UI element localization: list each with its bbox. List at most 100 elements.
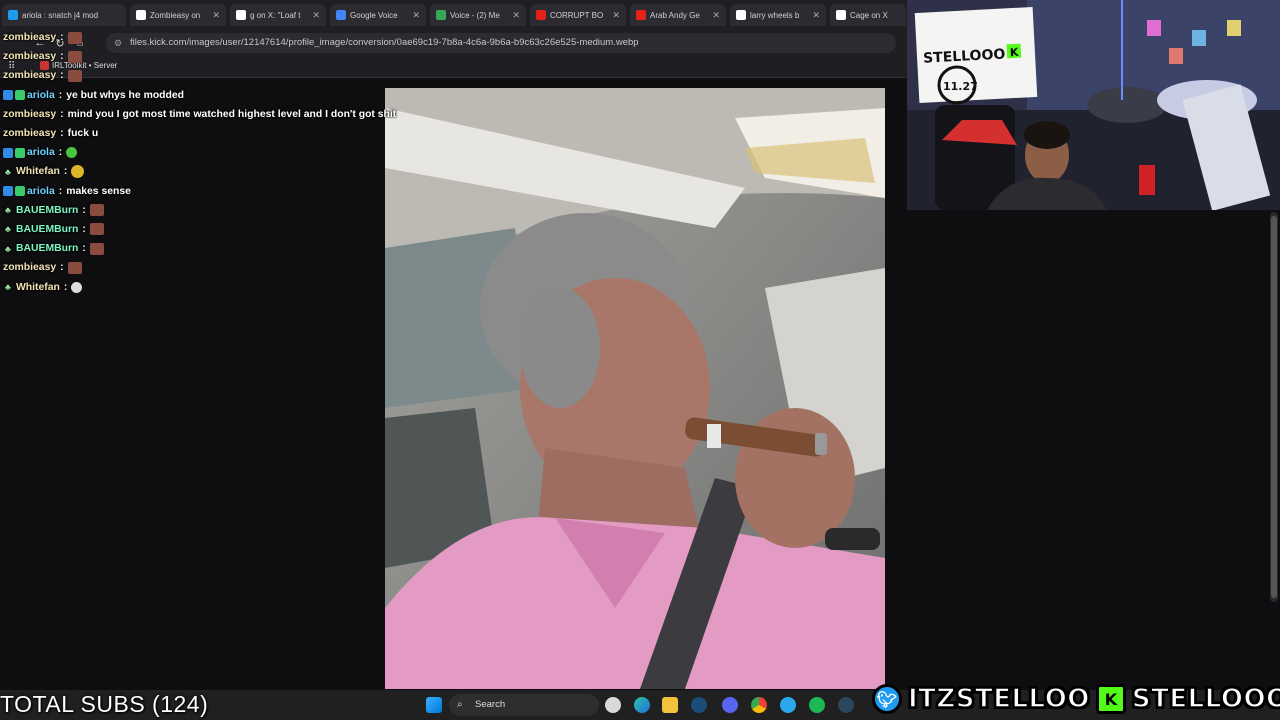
chat-separator: : [58,185,63,197]
chat-separator: : [82,223,86,235]
chat-username[interactable]: ariola [27,147,55,158]
browser-tab[interactable]: g on X: "Loaf t ✕ [230,4,326,26]
chat-separator: : [60,70,64,82]
subscriber-badge-icon [15,90,25,101]
tab-title: Zombieasy on [150,10,201,20]
gifter-badge-icon: ♣ [5,205,11,216]
chat-username[interactable]: zombieasy [3,51,56,62]
webcam-feed: STELLOOO K 11.27 [907,0,1280,210]
chat-emote-icon [66,147,78,159]
chat-username[interactable]: BAUEMBurn [16,205,78,216]
chat-emote-icon [67,69,82,82]
chat-message: zombieasy: mind you I got most time watch… [0,105,396,124]
task-view-icon[interactable] [605,697,621,713]
page-scrollbar[interactable] [1270,212,1278,602]
tab-title: Arab Andy Ge [650,10,700,20]
chat-text: fuck u [67,128,99,140]
chat-username[interactable]: Whitefan [16,282,60,293]
streamer-webcam: STELLOOO K 11.27 [907,0,1280,210]
browser-tab[interactable]: Cage on X [830,4,906,26]
tab-close-icon[interactable]: ✕ [712,10,720,21]
chat-emote-icon [89,223,104,236]
chat-emote-icon [71,281,83,293]
tab-close-icon[interactable]: ✕ [312,10,320,21]
tab-title: CORRUPT BO [550,10,604,20]
browser-tab[interactable]: CORRUPT BO ✕ [530,4,626,26]
file-explorer-icon[interactable] [662,697,678,713]
tab-title: Voice - (2) Me [450,10,500,20]
tab-close-icon[interactable]: ✕ [212,10,220,21]
chat-username[interactable]: zombieasy [3,32,56,43]
chat-username[interactable]: BAUEMBurn [16,243,78,254]
tab-close-icon[interactable]: ✕ [412,10,420,21]
chrome-icon[interactable] [751,697,767,713]
screen: { "browser": { "tabs": [ {"label": "ario… [0,0,1280,720]
social-banner: 🐦︎ ITZSTELLOO K STELLOOO [872,680,1280,718]
tab-title: ariola : snatch j4 mod [22,10,99,20]
chat-separator: : [58,89,63,101]
tab-close-icon[interactable]: ✕ [612,10,620,21]
tab-title: Google Voice [350,10,398,20]
tab-close-icon[interactable]: ✕ [512,10,520,21]
gifter-badge-icon: ♣ [5,243,11,254]
spotify-icon[interactable] [809,697,825,713]
search-label: Search [475,699,506,710]
chat-separator: : [63,166,68,178]
chat-separator: : [82,204,86,216]
edge-icon[interactable] [634,697,650,713]
search-icon: ⌕ [457,699,463,710]
chat-separator: : [63,281,68,293]
chat-message: ariola: [0,143,380,162]
sign-k: K [1010,46,1020,59]
browser-tab[interactable]: ariola : snatch j4 mod [2,4,126,26]
kick-handle: STELLOOO [1131,683,1280,715]
tab-title: Cage on X [850,10,888,20]
browser-tab[interactable]: Arab Andy Ge ✕ [630,4,726,26]
chat-message: zombieasy: [0,258,380,277]
kick-icon: K [1095,684,1126,714]
gifter-badge-icon: ♣ [5,166,11,177]
twitter-handle: ITZSTELLOO [907,683,1090,715]
browser-tab[interactable]: Voice - (2) Me ✕ [430,4,526,26]
browser-tab[interactable]: Google Voice ✕ [330,4,426,26]
moderator-badge-icon [3,90,13,101]
chat-username[interactable]: Whitefan [16,166,60,177]
chat-message: ♣ BAUEMBurn: [0,220,380,239]
chat-message: ariola: makes sense [0,182,380,201]
chat-message: ♣ BAUEMBurn: [0,239,380,258]
x-favicon-icon [836,10,846,20]
chat-message: zombieasy: fuck u [0,124,380,143]
chat-text: mind you I got most time watched highest… [67,108,397,120]
chat-username[interactable]: BAUEMBurn [16,224,78,235]
chat-separator: : [60,108,64,120]
voice-favicon-icon [436,10,446,20]
chat-username[interactable]: zombieasy [3,128,56,139]
taskbar-search[interactable]: ⌕ Search [449,694,599,716]
chat-username[interactable]: zombieasy [3,109,56,120]
subscriber-badge-icon [15,147,25,158]
chat-username[interactable]: ariola [27,186,55,197]
steam-icon[interactable] [691,697,707,713]
total-subs-counter: TOTAL SUBS (124) [0,691,209,717]
chat-separator: : [60,128,64,140]
browser-tab[interactable]: Zombieasy on ✕ [130,4,226,26]
chat-username[interactable]: zombieasy [3,262,56,273]
x-favicon-icon [736,10,746,20]
chat-username[interactable]: ariola [27,90,55,101]
x-favicon-icon [236,10,246,20]
chat-separator: : [82,243,86,255]
telegram-icon[interactable] [780,697,796,713]
steam-icon[interactable] [838,697,854,713]
tab-close-icon[interactable]: ✕ [812,10,820,21]
browser-tab[interactable]: larry wheels b ✕ [730,4,826,26]
chat-text: makes sense [66,185,131,197]
windows-start-icon[interactable] [426,697,442,713]
subscriber-badge-icon [15,186,25,197]
chat-emote-icon [89,204,104,217]
chat-message: ♣ Whitefan: [0,162,380,181]
discord-icon[interactable] [722,697,738,713]
chat-emote-icon [89,242,104,255]
scrollbar-thumb[interactable] [1271,216,1277,598]
chat-username[interactable]: zombieasy [3,70,56,81]
chat-separator: : [60,32,64,44]
